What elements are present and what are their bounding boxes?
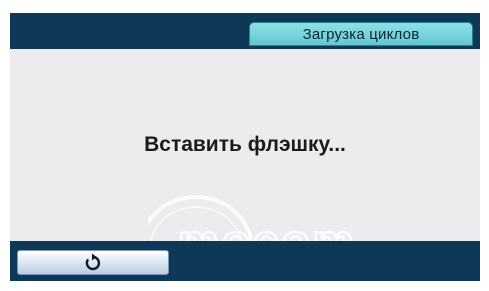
window-title: Загрузка циклов <box>302 25 420 43</box>
refresh-icon <box>85 253 101 270</box>
watermark-text: mocom <box>178 215 357 241</box>
status-message: Вставить флэшку... <box>144 133 346 156</box>
content-panel: Вставить флэшку... mocom <box>10 49 480 241</box>
screen: Загрузка циклов Вставить флэшку... mocom <box>0 0 489 291</box>
refresh-button[interactable] <box>17 250 169 275</box>
title-tab: Загрузка циклов <box>249 22 473 46</box>
mocom-watermark-logo: mocom <box>148 195 357 241</box>
